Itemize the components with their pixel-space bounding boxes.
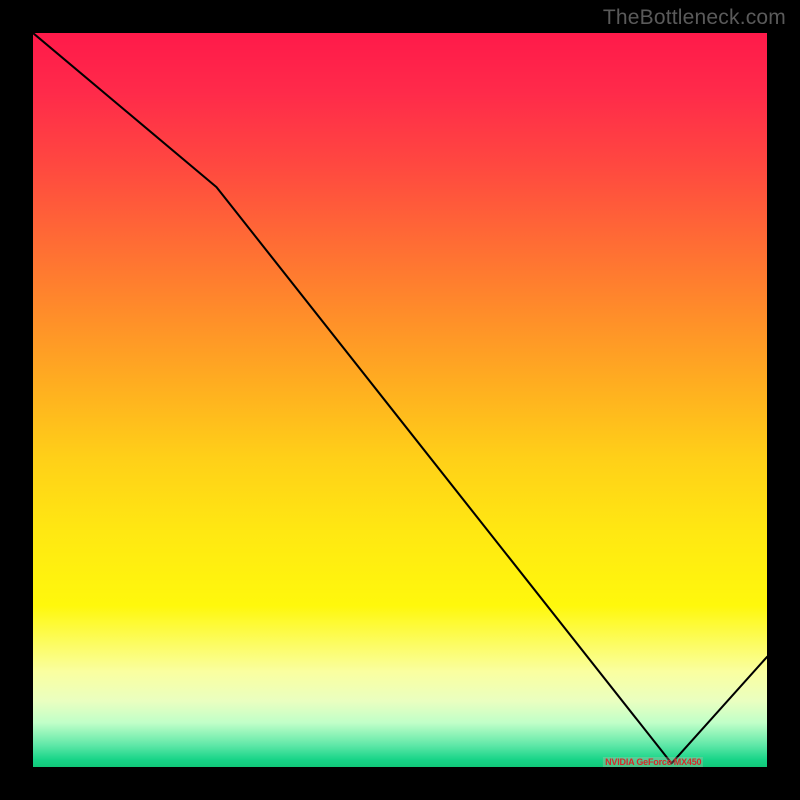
curve-path	[33, 33, 767, 763]
gpu-label: NVIDIA GeForce MX450	[603, 757, 703, 767]
bottleneck-curve	[33, 33, 767, 767]
attribution-text: TheBottleneck.com	[603, 6, 786, 30]
plot-area: NVIDIA GeForce MX450	[33, 33, 767, 767]
